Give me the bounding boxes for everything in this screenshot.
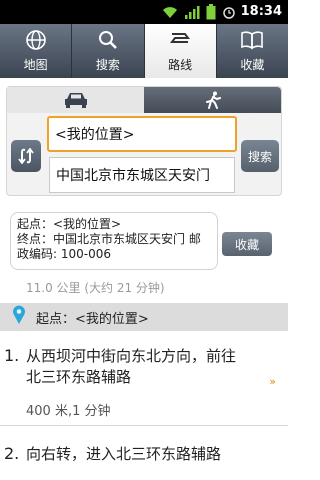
step-number: 1. — [4, 346, 20, 365]
search-button[interactable]: 搜索 — [241, 140, 279, 172]
walk-mode-button[interactable] — [144, 87, 281, 113]
step-instruction: 从西坝河中街向东北方向，前往北三环东路辅路 — [26, 347, 237, 386]
summary-start: 起点：<我的位置> — [17, 217, 122, 231]
route-planner: <我的位置> 中国北京市东城区天安门 搜索 — [6, 86, 282, 196]
map-pin-icon — [12, 305, 26, 329]
walk-icon — [205, 91, 221, 109]
step-instruction: 向右转，进入北三环东路辅路 — [26, 445, 222, 463]
tab-favorites[interactable]: 收藏 — [217, 24, 288, 78]
book-icon — [240, 27, 264, 53]
travel-mode-selector — [7, 87, 281, 113]
search-icon — [97, 27, 119, 53]
tab-route-label: 路线 — [168, 58, 193, 72]
route-icon — [169, 27, 191, 53]
tab-route[interactable]: 路线 — [144, 24, 217, 78]
battery-icon — [206, 4, 216, 20]
status-icons — [162, 4, 236, 20]
status-bar: 18:34 — [0, 0, 288, 24]
tab-search[interactable]: 搜索 — [72, 24, 145, 78]
summary-end: 终点：中国北京市东城区天安门 邮政编码: 100-006 — [17, 232, 201, 261]
step-distance: 400 米,1 分钟 — [26, 404, 111, 419]
status-time: 18:34 — [240, 4, 282, 19]
tab-map-label: 地图 — [23, 58, 48, 72]
direction-step[interactable]: 2. 向右转，进入北三环东路辅路 — [0, 440, 288, 480]
car-mode-button[interactable] — [7, 87, 144, 113]
tab-map[interactable]: 地图 — [0, 24, 73, 78]
step-number: 2. — [4, 444, 20, 463]
signal-icon — [185, 6, 200, 19]
route-summary: 起点：<我的位置> 终点：中国北京市东城区天安门 邮政编码: 100-006 — [10, 212, 218, 270]
tab-favorites-label: 收藏 — [240, 58, 265, 72]
tab-bar: 地图 搜索 路线 收藏 — [0, 24, 288, 78]
start-input[interactable]: <我的位置> — [47, 116, 237, 152]
start-point-row[interactable]: 起点：<我的位置> — [0, 303, 288, 331]
save-favorite-button[interactable]: 收藏 — [222, 232, 272, 256]
wifi-icon — [163, 7, 177, 18]
swap-button[interactable] — [11, 140, 41, 172]
swap-icon — [18, 148, 34, 164]
globe-icon — [25, 27, 47, 53]
start-point-label: 起点：<我的位置> — [36, 311, 149, 327]
alarm-icon — [223, 7, 235, 19]
destination-input[interactable]: 中国北京市东城区天安门 — [49, 157, 235, 193]
route-distance: 11.0 公里 (大约 21 分钟) — [26, 281, 165, 295]
car-icon — [64, 93, 87, 108]
chevron-right-icon: » — [269, 375, 276, 388]
tab-search-label: 搜索 — [95, 58, 120, 72]
direction-step[interactable]: 1. 从西坝河中街向东北方向，前往北三环东路辅路 400 米,1 分钟 » — [0, 342, 288, 426]
